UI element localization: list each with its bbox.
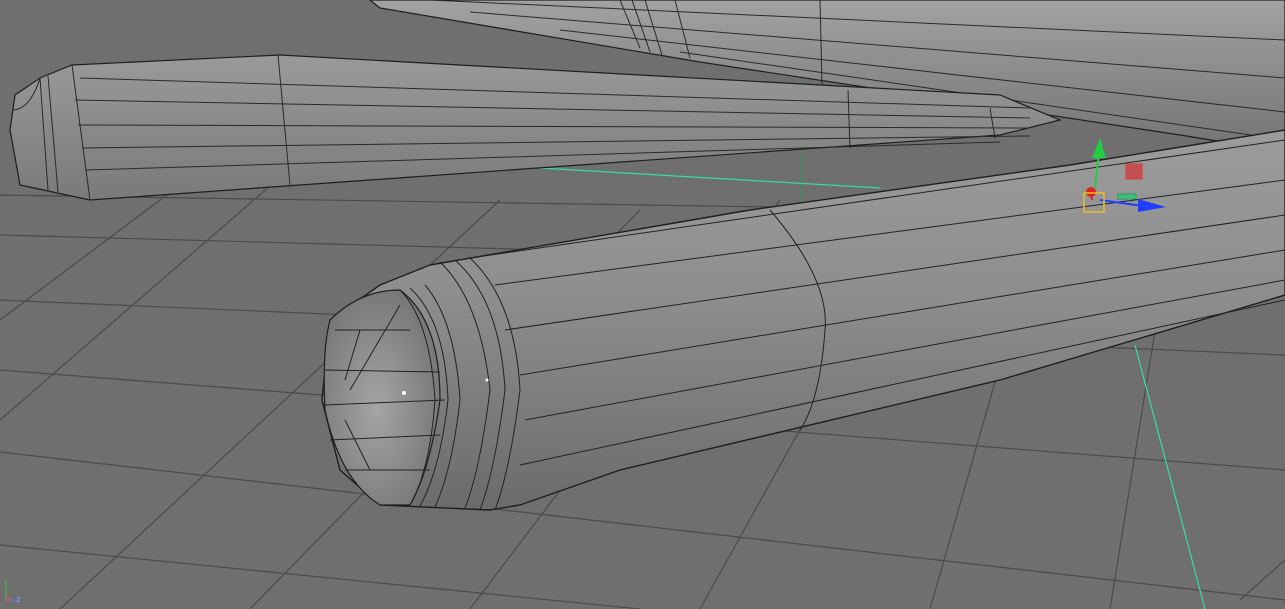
plane-handle-icon: [1117, 193, 1137, 200]
grid-line: [0, 544, 641, 609]
cylinder-mesh-front[interactable]: [321, 129, 1285, 511]
scene-canvas[interactable]: [0, 0, 1285, 609]
3d-viewport[interactable]: x z: [0, 0, 1285, 609]
cylinder-cap: [323, 289, 441, 506]
plane-handle-icon: [1125, 163, 1143, 180]
view-axis-indicator: x z: [2, 574, 32, 606]
grid-line: [0, 451, 1285, 601]
z-axis-arrow-icon: [1086, 187, 1096, 197]
specular-highlight: [485, 378, 489, 382]
grid-axis-z: [1134, 344, 1206, 609]
grid-axis-x: [539, 167, 881, 189]
y-axis-arrow-icon: [1092, 138, 1106, 158]
grid-line: [0, 159, 301, 421]
axis-x-label: x: [6, 595, 11, 604]
grid-line: [1239, 559, 1285, 601]
axis-z-label: z: [16, 595, 21, 604]
specular-highlight: [402, 391, 406, 395]
